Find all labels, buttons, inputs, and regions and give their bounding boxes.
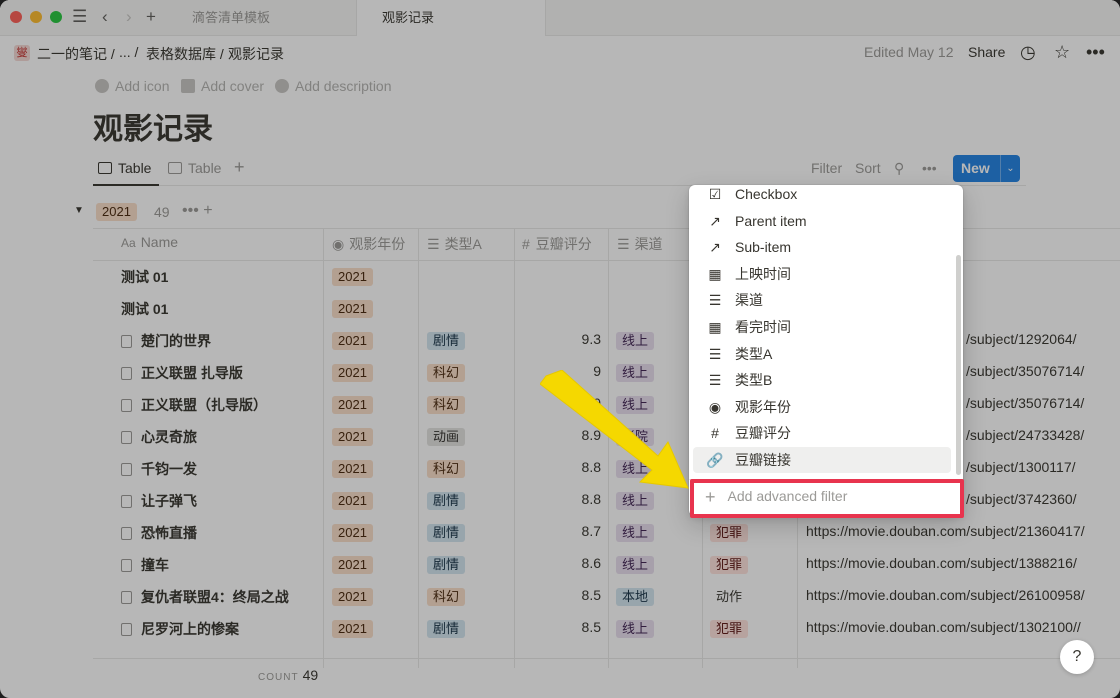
property-option-label: 类型B — [735, 372, 773, 389]
property-option-label: 豆瓣链接 — [735, 452, 791, 468]
menu-scrollbar[interactable] — [956, 255, 961, 475]
list-icon: ☰ — [708, 372, 722, 389]
property-option[interactable]: ▦ 上映时间 — [693, 261, 951, 287]
help-button[interactable]: ? — [1060, 640, 1094, 674]
property-option-label: 渠道 — [735, 292, 763, 309]
list-icon: ☰ — [708, 292, 722, 309]
arrow-up-right-icon: ↗ — [709, 212, 721, 229]
property-option-label: 类型A — [735, 345, 773, 362]
property-option-label: Parent item — [735, 212, 807, 229]
highlight-box — [690, 479, 964, 518]
property-option-label: 观影年份 — [735, 398, 791, 415]
checkbox-icon: ☑ — [708, 186, 722, 202]
property-option[interactable]: 🔗 豆瓣链接 — [693, 447, 951, 473]
property-option-label: 豆瓣评分 — [735, 425, 791, 442]
calendar-icon: ▦ — [708, 265, 722, 282]
property-option[interactable]: ↗ Sub-item — [693, 234, 951, 260]
list-icon: ☰ — [708, 345, 722, 362]
property-option[interactable]: ▦ 看完时间 — [693, 314, 951, 340]
property-option[interactable]: ↗ Parent item — [693, 208, 951, 234]
app-window: ☰ ‹ › + 滴答清单模板 观影记录 燮 二一的笔记 / ... / 表格数据… — [0, 0, 1120, 698]
property-option[interactable]: # 豆瓣评分 — [693, 420, 951, 446]
select-icon: ◉ — [708, 398, 722, 415]
property-option[interactable]: ☑ Checkbox — [693, 185, 951, 207]
number-icon: # — [711, 425, 719, 442]
property-option-label: 上映时间 — [735, 265, 791, 282]
arrow-up-right-icon: ↗ — [709, 239, 721, 256]
property-option[interactable]: ☰ 类型A — [693, 341, 951, 367]
property-option[interactable]: ☰ 渠道 — [693, 287, 951, 313]
annotation-arrow-shape — [540, 370, 689, 489]
property-option-label: 看完时间 — [735, 319, 791, 335]
property-option-label: Checkbox — [735, 186, 798, 202]
property-option[interactable]: ◉ 观影年份 — [693, 394, 951, 420]
filter-property-menu: ☑ Checkbox ↗ Parent item ↗ Sub-item ▦ 上映时间 ☰ 渠道 ▦ 看… — [689, 185, 963, 516]
link-icon: 🔗 — [706, 452, 724, 468]
property-option-label: Sub-item — [735, 239, 792, 256]
calendar-icon: ▦ — [708, 319, 722, 335]
annotation-arrow-icon — [540, 370, 689, 489]
property-option[interactable]: ☰ 类型B — [693, 367, 951, 393]
